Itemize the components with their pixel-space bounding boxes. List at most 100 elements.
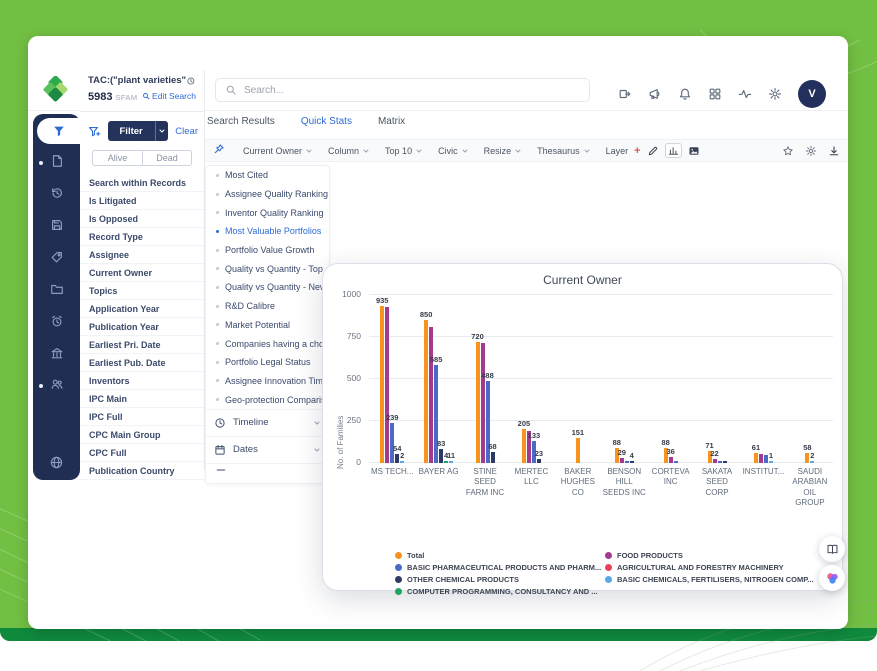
tab-quick-stats[interactable]: Quick Stats	[301, 116, 352, 127]
bar-pharma[interactable]: 239	[386, 413, 398, 463]
bar-total[interactable]: 720	[471, 332, 484, 463]
stats-menu-item[interactable]: R&D Calibre	[206, 297, 329, 316]
bar-total[interactable]: 850	[420, 310, 432, 463]
filter-list-item[interactable]: Current Owner	[80, 264, 204, 282]
bar-pharma[interactable]: 488	[481, 371, 494, 463]
download-icon[interactable]	[828, 145, 840, 157]
toolbar-dropdown-top-10[interactable]: Top 10	[385, 146, 423, 156]
legend-entry[interactable]: FOOD PRODUCTS	[605, 551, 814, 560]
export-icon[interactable]	[618, 87, 632, 101]
filter-button[interactable]: Filter	[107, 121, 169, 141]
settings-gear-icon[interactable]	[805, 145, 817, 157]
gear-icon[interactable]	[768, 87, 782, 101]
legend-entry[interactable]: BASIC CHEMICALS, FERTILISERS, NITROGEN C…	[605, 575, 814, 584]
toolbar-dropdown-current-owner[interactable]: Current Owner	[243, 146, 313, 156]
query-history-icon[interactable]	[186, 76, 196, 86]
global-search-input[interactable]: Search...	[215, 78, 590, 102]
bar-pharma[interactable]	[673, 460, 678, 463]
legend-entry[interactable]: AGRICULTURAL AND FORESTRY MACHINERY	[605, 563, 814, 572]
tab-matrix[interactable]: Matrix	[378, 116, 405, 127]
stats-menu-item[interactable]: Assignee Quality Ranking	[206, 185, 329, 204]
reader-button[interactable]	[819, 536, 845, 562]
legend-entry[interactable]: OTHER CHEMICAL PRODUCTS	[395, 575, 601, 584]
bar-food[interactable]: 36	[666, 447, 675, 463]
stats-menu-item[interactable]: Inventor Quality Ranking	[206, 203, 329, 222]
bar-food[interactable]: 22	[710, 449, 719, 463]
stats-group-dates[interactable]: Dates	[206, 435, 329, 463]
bar-other_chem[interactable]: 68	[488, 442, 497, 463]
bar-computer[interactable]: 4	[444, 451, 448, 463]
stats-menu-item-partial[interactable]	[206, 462, 329, 477]
edit-pencil-icon[interactable]	[647, 145, 659, 157]
bar-total[interactable]: 205	[518, 419, 530, 463]
toolbar-dropdown-column[interactable]: Column	[328, 146, 370, 156]
stats-menu-item[interactable]: Quality vs Quantity - Top ...	[206, 259, 329, 278]
filter-list-item[interactable]: IPC Main	[80, 390, 204, 408]
stats-menu-item[interactable]: Market Potential	[206, 316, 329, 335]
bar-other_chem[interactable]: 83	[437, 439, 445, 463]
toolbar-dropdown-thesaurus[interactable]: Thesaurus	[537, 146, 591, 156]
stats-menu-item[interactable]: Quality vs Quantity - New...	[206, 278, 329, 297]
stats-menu-item[interactable]: Portfolio Legal Status	[206, 353, 329, 372]
filter-list-item[interactable]: Earliest Pri. Date	[80, 336, 204, 354]
nav-saved[interactable]	[33, 218, 80, 232]
bar-pharma[interactable]: 585	[430, 355, 442, 463]
user-avatar[interactable]: V	[798, 80, 826, 108]
tab-search-results[interactable]: Search Results	[207, 116, 275, 127]
nav-legal[interactable]	[33, 346, 80, 360]
megaphone-icon[interactable]	[648, 87, 662, 101]
bar-total[interactable]: 58	[803, 443, 812, 463]
filter-list-item[interactable]: Inventors	[80, 372, 204, 390]
stats-menu-item[interactable]: Companies having a cho...	[206, 334, 329, 353]
bar-food[interactable]	[385, 306, 390, 463]
chart-view-button[interactable]	[664, 143, 682, 158]
filter-list-item[interactable]: Publication Year	[80, 318, 204, 336]
bar-basic_chem[interactable]: 2	[810, 451, 814, 463]
stats-menu-item[interactable]: Most Valuable Portfolios	[206, 222, 329, 241]
legend-entry[interactable]: COMPUTER PROGRAMMING, CONSULTANCY AND ..…	[395, 587, 601, 596]
legend-entry[interactable]: BASIC PHARMACEUTICAL PRODUCTS AND PHARM.…	[395, 563, 601, 572]
bar-pharma[interactable]	[624, 460, 629, 463]
filter-list-item[interactable]: Is Litigated	[80, 192, 204, 210]
bar-total[interactable]: 151	[572, 428, 584, 463]
bar-basic_chem[interactable]: 2	[400, 451, 404, 463]
nav-alerts[interactable]	[33, 314, 80, 328]
bar-other_chem[interactable]: 23	[535, 449, 543, 463]
stats-menu-item[interactable]: Assignee Innovation Tim...	[206, 372, 329, 391]
filter-list-item[interactable]: Topics	[80, 282, 204, 300]
filter-dropdown-toggle[interactable]	[154, 121, 169, 141]
nav-filter-active[interactable]	[37, 118, 80, 144]
bar-total[interactable]: 61	[752, 443, 760, 463]
bar-pharma[interactable]	[763, 455, 768, 463]
bar-total[interactable]: 935	[376, 296, 388, 463]
edit-search-link[interactable]: Edit Search	[142, 91, 196, 101]
image-export-icon[interactable]	[688, 145, 700, 157]
nav-records[interactable]	[33, 154, 80, 168]
stats-menu-item[interactable]: Most Cited	[206, 166, 329, 185]
nav-globe[interactable]	[33, 455, 80, 470]
filter-list-item[interactable]: Is Opposed	[80, 210, 204, 228]
alive-button[interactable]: Alive	[92, 150, 142, 166]
bar-other_chem[interactable]: 4	[630, 451, 634, 463]
bar-basic_chem[interactable]: 1	[769, 451, 773, 463]
filter-list-item[interactable]: Record Type	[80, 228, 204, 246]
pin-icon[interactable]	[213, 142, 225, 160]
brand-logo-icon[interactable]	[38, 76, 74, 106]
bar-other_chem[interactable]: 54	[393, 444, 401, 463]
filter-list-item[interactable]: Application Year	[80, 300, 204, 318]
filter-list-item[interactable]: Assignee	[80, 246, 204, 264]
stats-menu-item[interactable]: Geo-protection Comparis...	[206, 390, 329, 409]
filter-list-item[interactable]: Earliest Pub. Date	[80, 354, 204, 372]
bar-food[interactable]	[480, 343, 485, 463]
filter-list-item[interactable]: Publication Country	[80, 462, 204, 480]
ai-assistant-button[interactable]	[819, 565, 845, 591]
nav-history[interactable]	[33, 186, 80, 200]
filter-list-item[interactable]: CPC Full	[80, 444, 204, 462]
funnel-plus-icon[interactable]	[88, 125, 101, 138]
toolbar-dropdown-civic[interactable]: Civic	[438, 146, 469, 156]
filter-list-item[interactable]: Search within Records	[80, 174, 204, 192]
stats-group-timeline[interactable]: Timeline	[206, 408, 329, 436]
star-icon[interactable]	[782, 145, 794, 157]
nav-tags[interactable]	[33, 250, 80, 264]
activity-icon[interactable]	[738, 87, 752, 101]
